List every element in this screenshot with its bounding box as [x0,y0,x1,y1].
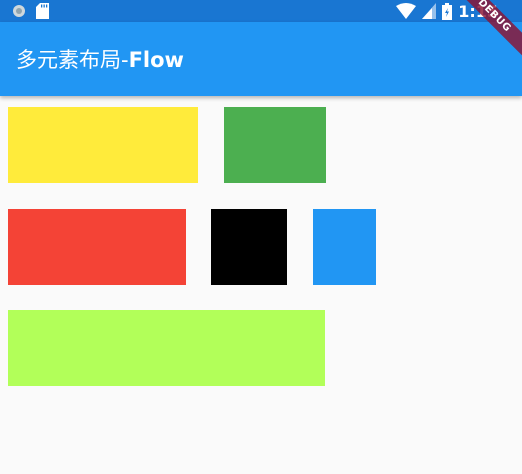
page-title: 多元素布局-Flow [16,46,184,74]
status-bar: 1:15 [0,0,522,22]
signal-icon [422,3,437,19]
lime-box [8,310,325,386]
page-title-chinese: 多元素布局- [16,48,129,72]
flow-layout [0,96,522,474]
blue-box [313,209,376,285]
page-title-english: Flow [128,48,184,72]
sd-card-icon [36,3,49,19]
status-left-icons [12,2,49,20]
app-bar: 多元素布局-Flow [0,22,522,96]
notification-dot-icon [12,4,26,18]
yellow-box [8,107,198,183]
red-box [8,209,186,285]
black-box [211,209,287,285]
battery-icon [442,2,453,20]
wifi-icon [396,3,417,19]
green-box [224,107,326,183]
